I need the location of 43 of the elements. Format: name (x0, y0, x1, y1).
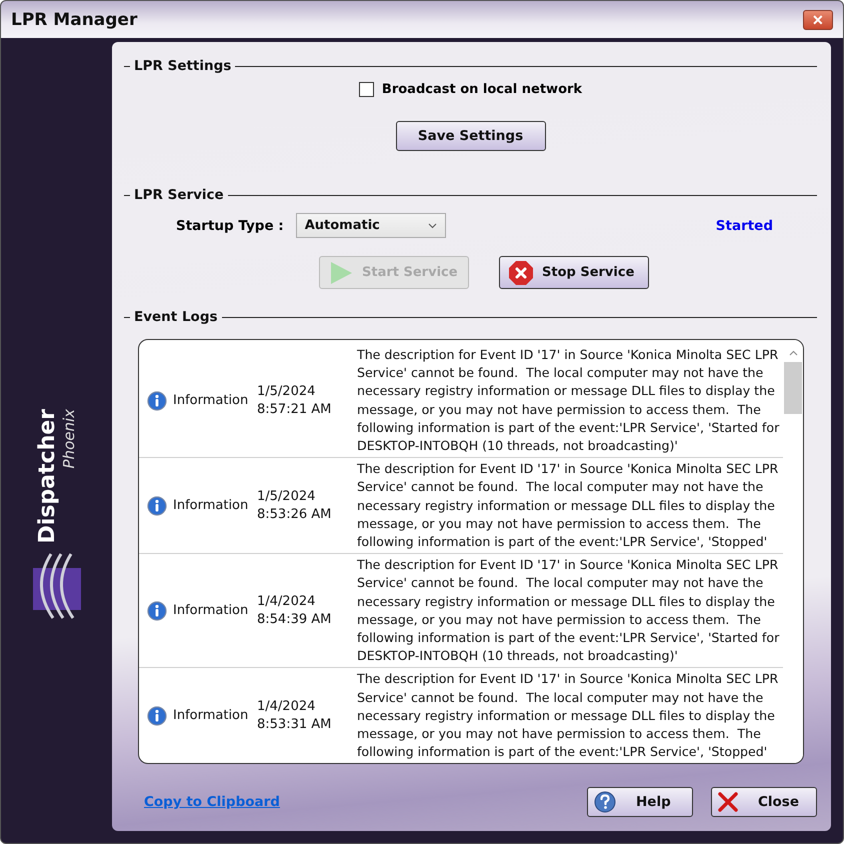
brand-subname: Phoenix (60, 409, 78, 469)
help-icon (594, 791, 616, 813)
event-message: The description for Event ID '17' in Source 'Konica Minolta SEC LPR Service' cannot be found. The local computer may not have the necessary registry information or message DLL files to display the message, or you may not have permission to access them. The following information is part of the event:'LPR Service', 'Started for DESKTOP-INTOBQH (10 threads, not broadcasting)' (357, 556, 780, 666)
scrollbar[interactable] (783, 340, 803, 763)
play-icon (328, 260, 354, 286)
info-icon (147, 496, 167, 516)
chevron-icon (428, 222, 437, 228)
event-message: The description for Event ID '17' in Source 'Konica Minolta SEC LPR Service' cannot be found. The local computer may not have the necessary registry information or message DLL files to display the message, or you may not have permission to access them. The following information is part of the event:'LPR Service', 'Started for DESKTOP-INTOBQH (10 threads, not broadcasting)' (357, 346, 780, 456)
window-title: LPR Manager (11, 10, 138, 30)
checkbox-label: Broadcast on local network (382, 82, 582, 97)
save-settings-button[interactable]: Save Settings (396, 121, 546, 151)
event-date: 1/5/2024 (257, 382, 316, 401)
service-status: Started (716, 218, 773, 234)
event-time: 8:53:31 AM (257, 716, 332, 734)
stop-service-button[interactable]: Stop Service (499, 256, 649, 289)
event-time: 8:54:39 AM (257, 610, 332, 629)
event-time: 8:53:26 AM (257, 506, 332, 524)
event-level: Information (173, 393, 248, 408)
event-date: 1/5/2024 (257, 488, 316, 506)
event-message: The description for Event ID '17' in Source 'Konica Minolta SEC LPR Service' cannot be found. The local computer may not have the necessary registry information or message DLL files to display the message, or you may not have permission to access them. The following information is part of the event:'LPR Service', 'Stopped' (357, 460, 780, 552)
section-heading: Event Logs (134, 309, 218, 325)
section-heading: LPR Service (134, 187, 224, 203)
event-level: Information (173, 498, 248, 514)
stop-icon (508, 260, 534, 286)
info-icon (147, 706, 167, 726)
chevron-up-icon (788, 350, 798, 356)
section-heading: LPR Settings (134, 58, 232, 74)
scrollbar-thumb[interactable] (784, 362, 802, 414)
startup-type-label: Startup Type : (176, 218, 284, 234)
event-level: Information (173, 603, 248, 618)
broadcast-checkbox[interactable] (358, 82, 374, 97)
brand-name: Dispatcher (35, 409, 60, 544)
event-message: The description for Event ID '17' in Source 'Konica Minolta SEC LPR Service' cannot be found. The local computer may not have the necessary registry information or message DLL files to display the message, or you may not have permission to access them. The following information is part of the event:'LPR Service', 'Stopped' (357, 670, 780, 762)
close-button[interactable]: Close (711, 787, 817, 817)
event-date: 1/4/2024 (257, 592, 316, 611)
info-icon (147, 390, 167, 411)
startup-type-dropdown[interactable]: Automatic (296, 213, 446, 238)
close-icon (718, 792, 738, 812)
help-button[interactable]: Help (587, 787, 693, 817)
event-date: 1/4/2024 (257, 698, 316, 716)
info-icon (147, 600, 167, 621)
event-level: Information (173, 708, 248, 724)
event-time: 8:57:21 AM (257, 400, 332, 419)
